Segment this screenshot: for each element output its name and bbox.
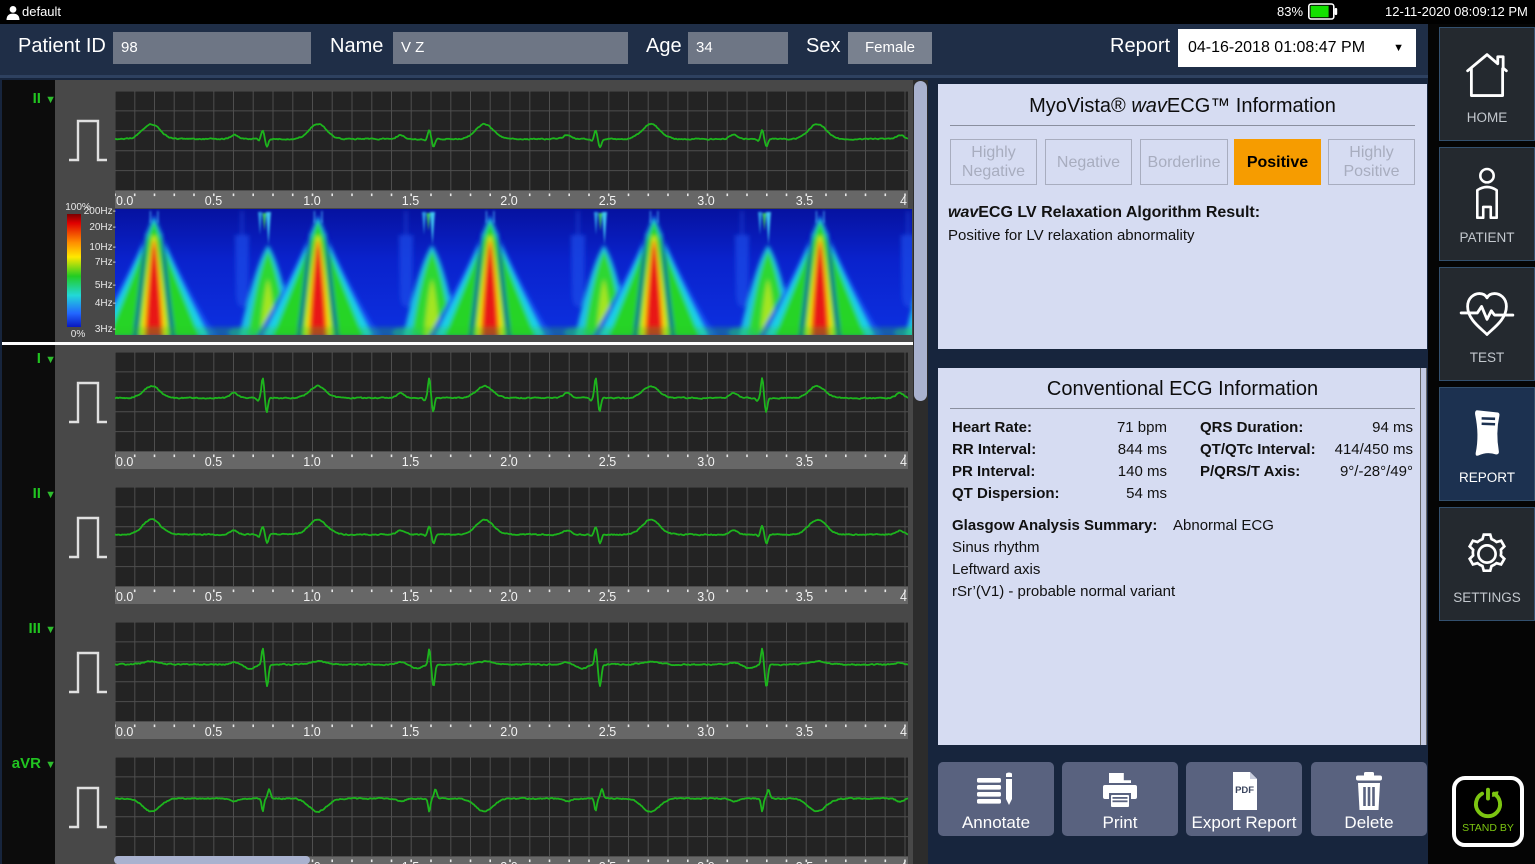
svg-text:0.0: 0.0 (116, 590, 133, 604)
svg-text:2.0: 2.0 (500, 455, 517, 469)
svg-text:1.5: 1.5 (402, 455, 419, 469)
svg-text:3.5: 3.5 (796, 860, 813, 864)
svg-text:1.5: 1.5 (402, 590, 419, 604)
svg-text:4: 4 (900, 194, 907, 208)
svg-text:4: 4 (900, 590, 907, 604)
svg-text:3.0: 3.0 (697, 194, 714, 208)
svg-text:1.0: 1.0 (303, 590, 320, 604)
svg-text:2.0: 2.0 (500, 860, 517, 864)
svg-text:PDF: PDF (1235, 785, 1254, 796)
svg-text:0.5: 0.5 (205, 455, 222, 469)
svg-text:2.5: 2.5 (599, 860, 616, 864)
svg-text:3.0: 3.0 (697, 590, 714, 604)
svg-text:1.0: 1.0 (303, 455, 320, 469)
svg-text:1.5: 1.5 (402, 194, 419, 208)
svg-text:3.0: 3.0 (697, 725, 714, 739)
svg-text:1.0: 1.0 (303, 194, 320, 208)
svg-text:4: 4 (900, 725, 907, 739)
svg-text:3.5: 3.5 (796, 194, 813, 208)
svg-text:2.5: 2.5 (599, 590, 616, 604)
svg-text:1.5: 1.5 (402, 860, 419, 864)
svg-text:3.0: 3.0 (697, 455, 714, 469)
svg-text:3.0: 3.0 (697, 860, 714, 864)
svg-text:2.0: 2.0 (500, 194, 517, 208)
svg-text:0.0: 0.0 (116, 725, 133, 739)
svg-text:0.5: 0.5 (205, 590, 222, 604)
svg-text:0.0: 0.0 (116, 455, 133, 469)
svg-text:2.5: 2.5 (599, 455, 616, 469)
svg-text:3.5: 3.5 (796, 725, 813, 739)
svg-text:0.5: 0.5 (205, 725, 222, 739)
svg-text:3.5: 3.5 (796, 455, 813, 469)
svg-text:4: 4 (900, 455, 907, 469)
svg-text:2.5: 2.5 (599, 725, 616, 739)
svg-text:2.0: 2.0 (500, 725, 517, 739)
svg-text:2.0: 2.0 (500, 590, 517, 604)
svg-text:4: 4 (900, 860, 907, 864)
svg-text:1.5: 1.5 (402, 725, 419, 739)
svg-text:3.5: 3.5 (796, 590, 813, 604)
svg-text:0.0: 0.0 (116, 194, 133, 208)
svg-text:1.0: 1.0 (303, 725, 320, 739)
svg-text:2.5: 2.5 (599, 194, 616, 208)
svg-text:0.5: 0.5 (205, 194, 222, 208)
